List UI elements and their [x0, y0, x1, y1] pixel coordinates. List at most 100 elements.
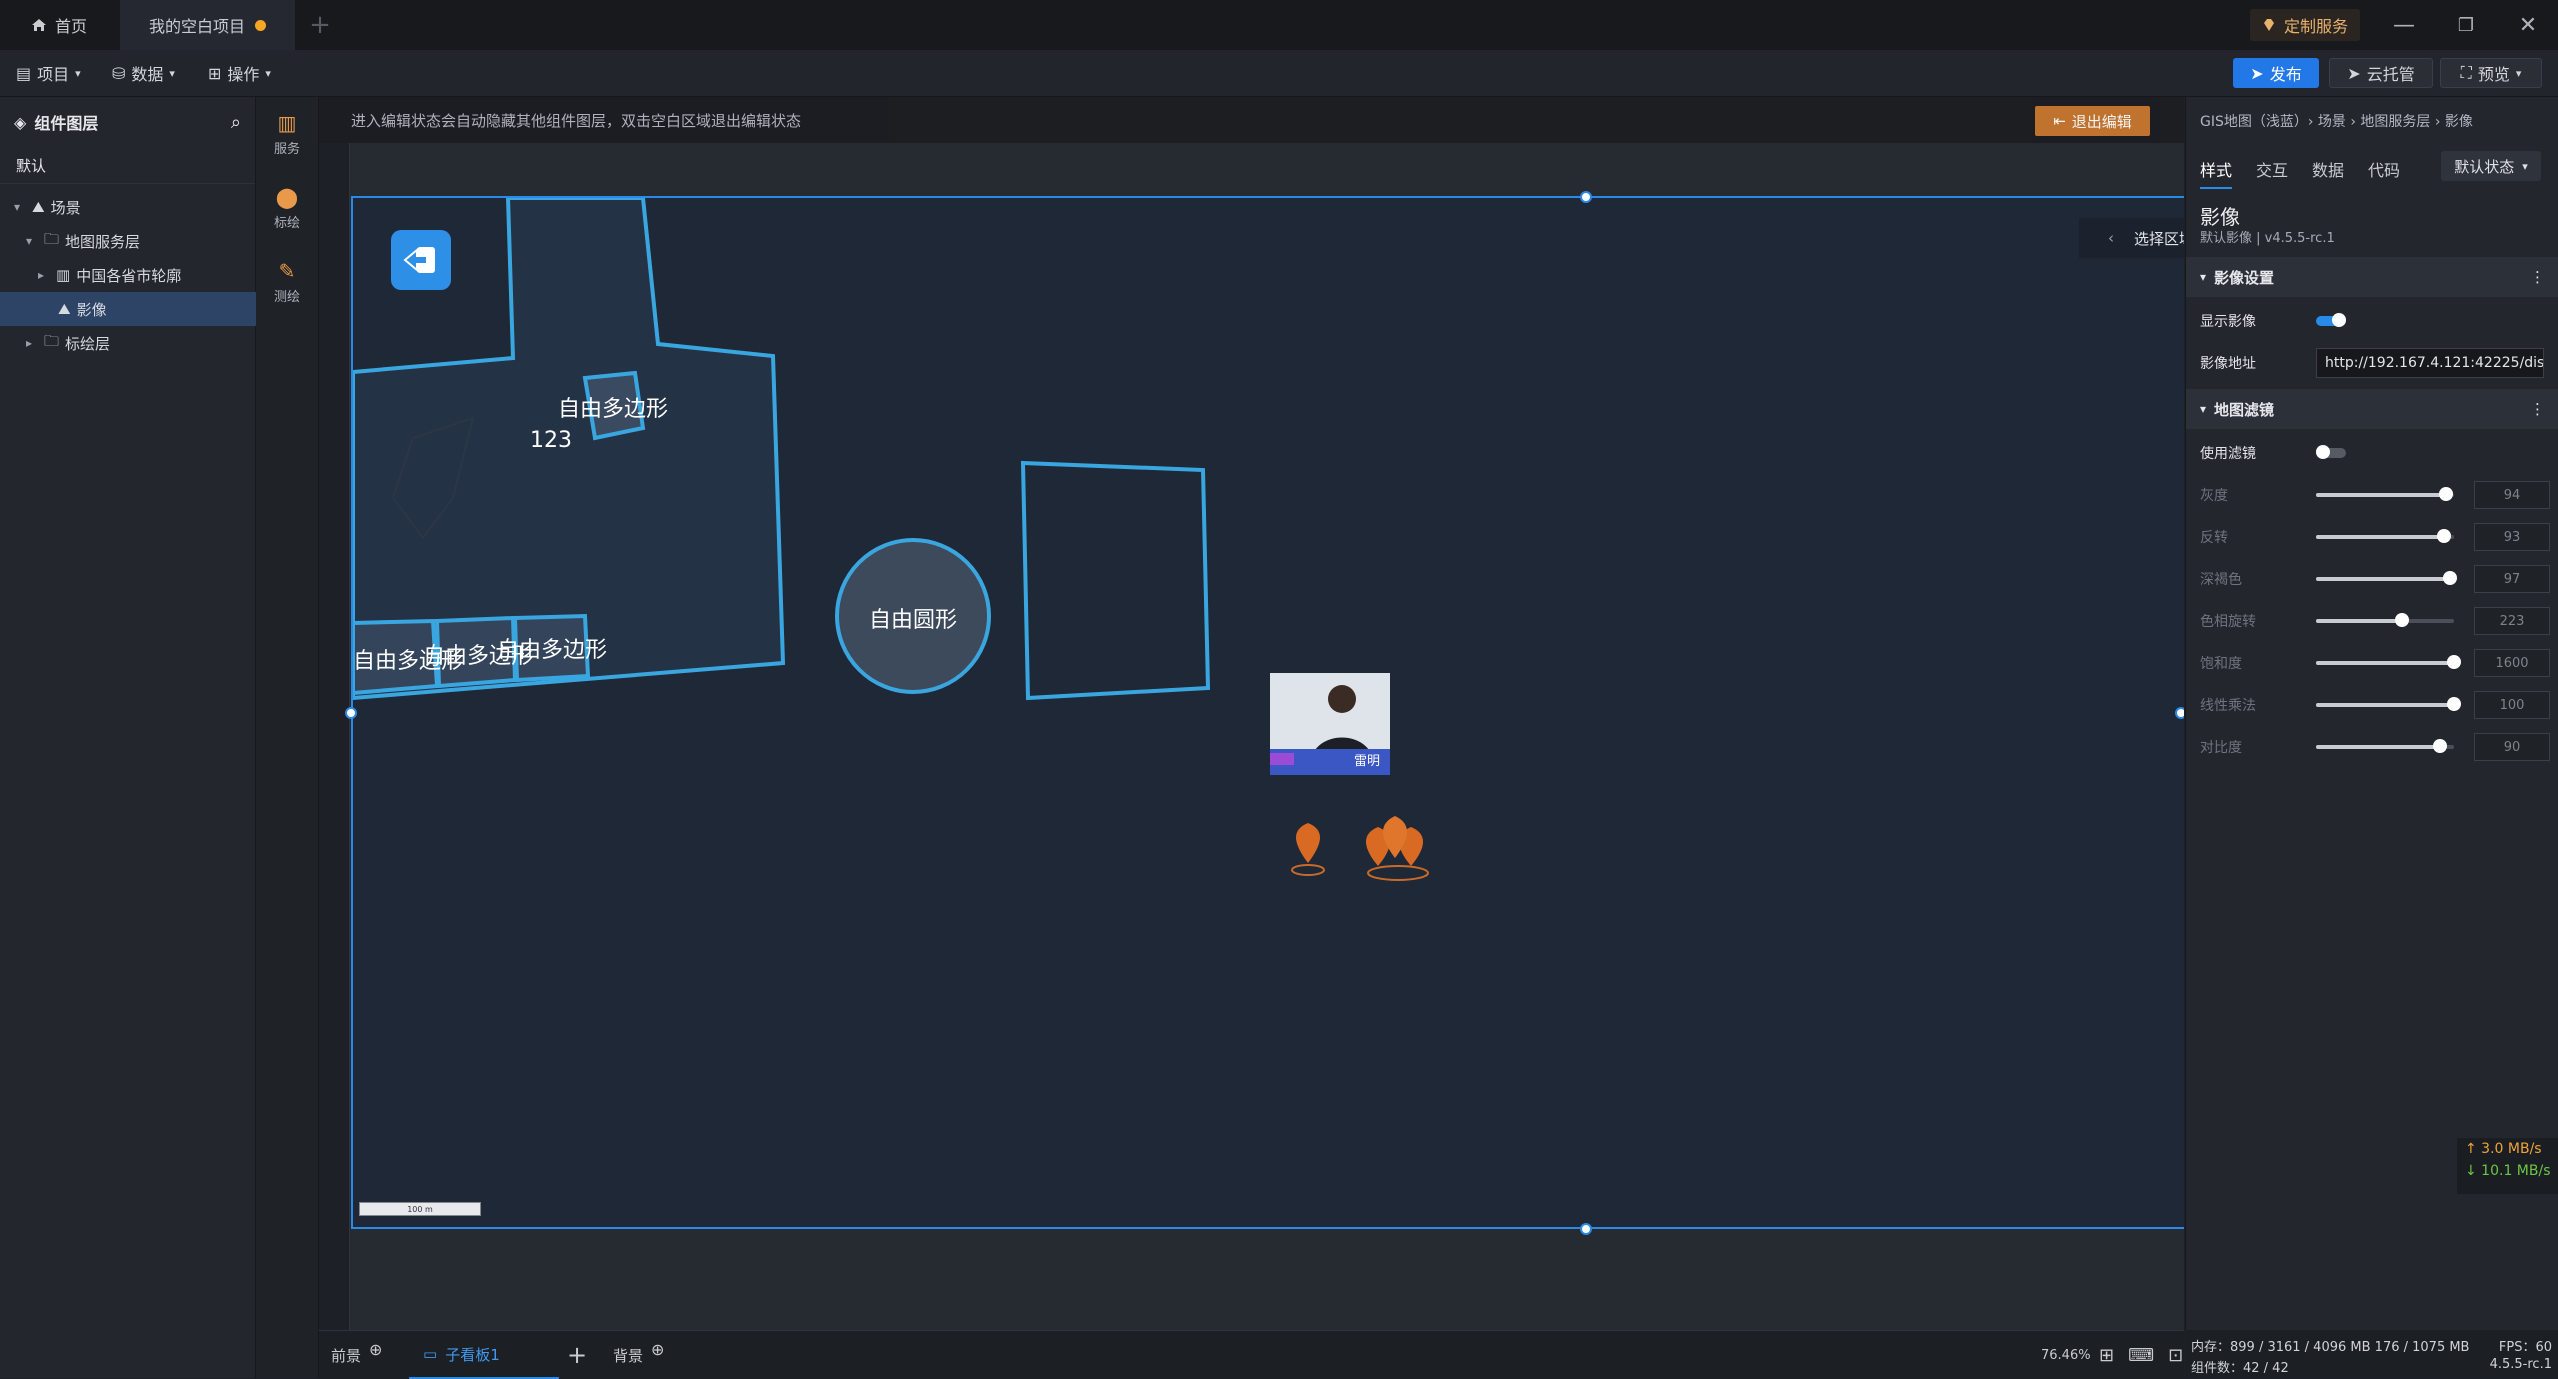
canvas-area[interactable]: 自由多边形 自由多边形 自由多边形 自由多边形 123 自由圆形 雷明 ‹ 选择… [319, 97, 2184, 1330]
resize-handle-left[interactable] [345, 707, 357, 719]
tab-interaction[interactable]: 交互 [2256, 157, 2288, 181]
back-button[interactable] [391, 230, 451, 290]
menu-data[interactable]: ⛁ 数据 ▾ [112, 50, 175, 96]
zoom-level: 76.46% [2041, 1331, 2091, 1379]
number-label: 123 [530, 428, 572, 453]
tab-sub-board[interactable]: ▭ 子看板1 [409, 1331, 559, 1379]
select-region-button[interactable]: ‹ 选择区域 [2079, 218, 2184, 258]
breadcrumb[interactable]: GIS地图（浅蓝）› 场景 › 地图服务层 › 影像 [2200, 111, 2473, 131]
resize-handle-bottom[interactable] [1580, 1223, 1592, 1235]
filter-value-input[interactable]: 1600 [2474, 649, 2550, 677]
document-icon: ▤ [16, 63, 32, 83]
section-image-settings[interactable]: ▾ 影像设置 ⋮ [2186, 257, 2558, 297]
close-button[interactable]: ✕ [2498, 0, 2558, 50]
filter-slider-fill [2316, 535, 2445, 539]
filter-slider[interactable] [2316, 739, 2454, 753]
filter-value-input[interactable]: 223 [2474, 607, 2550, 635]
state-select-label: 默认状态 [2454, 157, 2515, 176]
diamond-icon [2264, 19, 2274, 31]
tree-item-province-outline[interactable]: ▸ ▥ 中国各省市轮廓 [0, 258, 291, 292]
keyboard-icon[interactable]: ⌨ [2128, 1345, 2154, 1366]
state-select[interactable]: 默认状态 ▾ [2441, 151, 2541, 181]
tab-style[interactable]: 样式 [2200, 157, 2233, 189]
chevron-down-icon: ▾ [2515, 66, 2522, 80]
custom-service-label: 定制服务 [2284, 17, 2349, 36]
add-circle-icon[interactable]: ⊕ [651, 1340, 664, 1359]
bottom-bar: 前景 ⊕ ▭ 子看板1 + 背景 ⊕ 76.46% ⊞ ⌨ ⊡ [319, 1330, 2184, 1379]
layers-filter[interactable]: 默认 [0, 147, 255, 184]
filter-value-input[interactable]: 93 [2474, 523, 2550, 551]
filter-slider[interactable] [2316, 571, 2457, 585]
minimize-button[interactable]: — [2374, 0, 2434, 50]
filter-value-input[interactable]: 97 [2474, 565, 2550, 593]
filter-value-input[interactable]: 90 [2474, 733, 2550, 761]
select-region-label: 选择区域 [2133, 229, 2184, 248]
filter-slider-knob[interactable] [2394, 613, 2409, 627]
image-url-input[interactable]: http://192.167.4.121:42225/distributi [2316, 348, 2544, 378]
menu-operation[interactable]: ⊞ 操作 ▾ [208, 50, 271, 96]
filter-slider[interactable] [2316, 655, 2461, 669]
filter-slider-label: 灰度 [2200, 488, 2228, 504]
component-subtitle: 默认影像 | v4.5.5-rc.1 [2200, 231, 2335, 246]
filter-value-input[interactable]: 100 [2474, 691, 2550, 719]
menu-data-label: 数据 [131, 65, 164, 84]
caret-down-icon: ▾ [14, 200, 21, 214]
more-vertical-icon[interactable]: ⋮ [2530, 400, 2545, 418]
filter-slider-knob[interactable] [2447, 655, 2461, 669]
minimize-icon: — [2393, 12, 2415, 38]
tool-marker[interactable]: ⬤ 标绘 [256, 185, 318, 231]
filter-slider-knob[interactable] [2437, 529, 2452, 543]
menu-project[interactable]: ▤ 项目 ▾ [16, 50, 81, 96]
tab-project[interactable]: 我的空白项目 [120, 0, 295, 50]
tab-home[interactable]: 首页 [0, 0, 118, 50]
tab-background-label: 背景 [613, 1346, 644, 1365]
vertical-ruler [319, 143, 350, 1330]
resize-handle-top[interactable] [1580, 191, 1592, 203]
tool-service[interactable]: ▥ 服务 [256, 111, 318, 157]
add-board-button[interactable]: + [567, 1331, 587, 1379]
tab-background[interactable]: 背景 ⊕ [613, 1331, 664, 1379]
section-map-filter[interactable]: ▾ 地图滤镜 ⋮ [2186, 389, 2558, 429]
filter-slider-label: 色相旋转 [2200, 614, 2256, 630]
terminal-icon[interactable]: ⊡ [2168, 1345, 2183, 1366]
filter-slider[interactable] [2316, 697, 2461, 711]
restore-button[interactable]: ❐ [2436, 0, 2496, 50]
tree-item-label: 影像 [76, 300, 107, 319]
image-url-label: 影像地址 [2200, 356, 2256, 372]
person-image[interactable]: 雷明 [1270, 673, 1390, 775]
pin-icon: ⬤ [275, 185, 299, 209]
tab-data[interactable]: 数据 [2312, 157, 2344, 181]
filter-slider-knob[interactable] [2442, 571, 2457, 585]
add-tab-button[interactable]: + [305, 0, 335, 50]
resize-handle-right[interactable] [2175, 707, 2184, 719]
filter-value-input[interactable]: 94 [2474, 481, 2550, 509]
filter-slider-knob[interactable] [2438, 487, 2453, 501]
add-circle-icon[interactable]: ⊕ [369, 1340, 382, 1359]
download-speed: ↓ 10.1 MB/s [2465, 1163, 2551, 1179]
filter-slider[interactable] [2316, 487, 2454, 501]
filter-slider[interactable] [2316, 613, 2454, 627]
filter-slider-knob[interactable] [2447, 697, 2461, 711]
filter-slider[interactable] [2316, 529, 2454, 543]
tool-measure[interactable]: ✎ 测绘 [256, 259, 318, 305]
polygon-label-bottom-3: 自由多边形 [497, 638, 608, 663]
zoom-label: 76.46% [2041, 1347, 2091, 1363]
tree-item-map-service-layer[interactable]: ▾ 🗀 地图服务层 [0, 224, 279, 258]
more-vertical-icon[interactable]: ⋮ [2530, 268, 2545, 286]
publish-button[interactable]: ➤ 发布 [2233, 58, 2319, 88]
filter-slider-knob[interactable] [2433, 739, 2448, 753]
close-icon: ✕ [2518, 12, 2538, 38]
use-filter-toggle[interactable] [2316, 445, 2346, 459]
search-icon[interactable]: ⌕ [231, 112, 241, 133]
map-board[interactable]: 自由多边形 自由多边形 自由多边形 自由多边形 123 自由圆形 雷明 ‹ 选择… [351, 196, 2184, 1229]
tab-foreground[interactable]: 前景 ⊕ [331, 1331, 382, 1379]
tab-code[interactable]: 代码 [2368, 157, 2400, 181]
exit-edit-button[interactable]: ⇤ 退出编辑 [2035, 106, 2150, 136]
tree-item-plot-layer[interactable]: ▸ 🗀 标绘层 [0, 326, 279, 360]
cloud-hosting-button[interactable]: ➤ 云托管 [2329, 58, 2433, 88]
tree-item-scene[interactable]: ▾ ⛰ 场景 [0, 190, 267, 224]
show-image-toggle[interactable] [2316, 313, 2346, 327]
preview-button[interactable]: ⛶ 预览 ▾ [2440, 58, 2542, 88]
fit-screen-icon[interactable]: ⊞ [2099, 1345, 2114, 1366]
custom-service-button[interactable]: 定制服务 [2250, 9, 2361, 41]
